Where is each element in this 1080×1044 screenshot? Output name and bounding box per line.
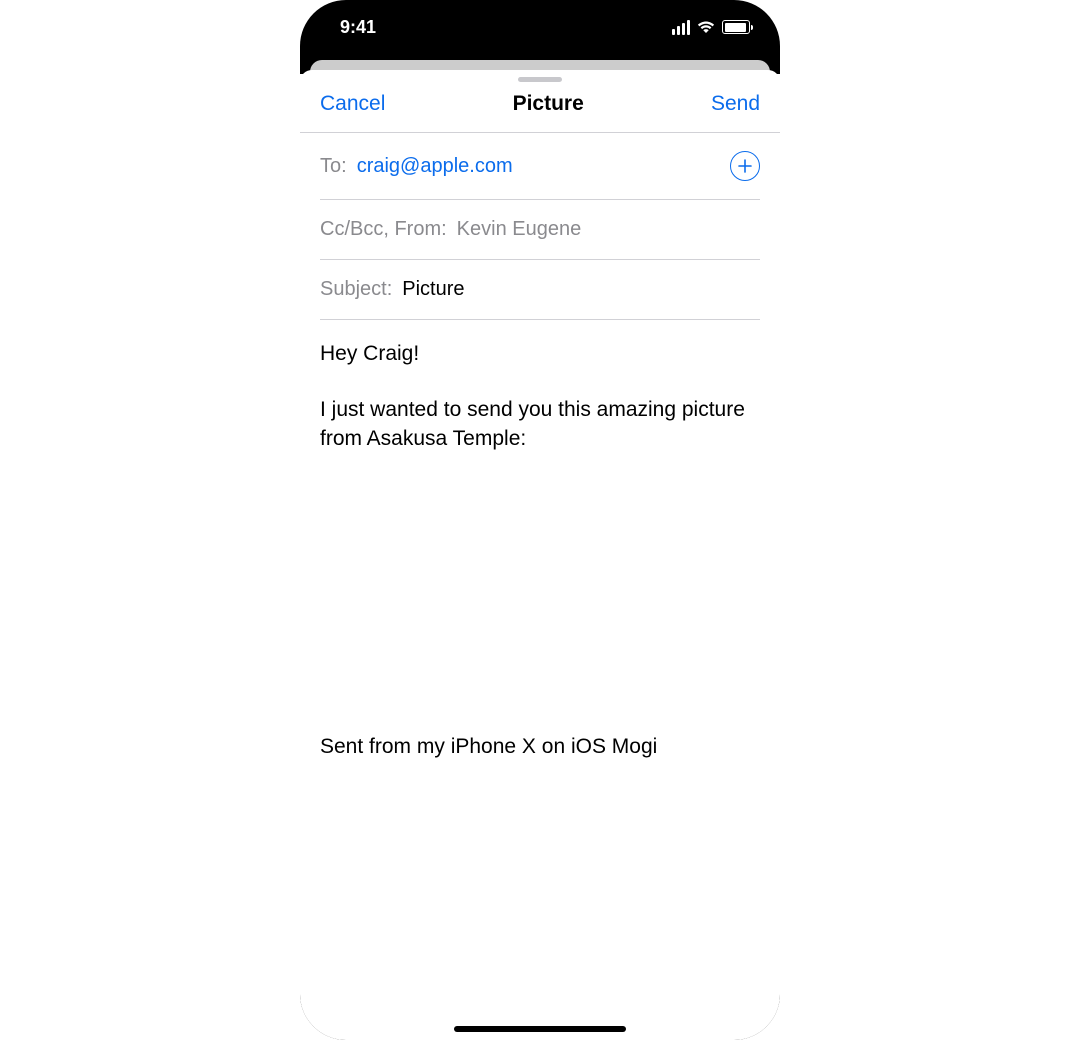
cellular-signal-icon bbox=[672, 20, 690, 35]
cc-from-label: Cc/Bcc, From: bbox=[320, 218, 447, 241]
cc-from-value: Kevin Eugene bbox=[457, 218, 582, 241]
cancel-button[interactable]: Cancel bbox=[320, 92, 385, 116]
send-button[interactable]: Send bbox=[711, 92, 760, 116]
subject-value[interactable]: Picture bbox=[402, 278, 464, 301]
message-body[interactable]: Hey Craig! I just wanted to send you thi… bbox=[300, 320, 780, 781]
home-indicator[interactable] bbox=[454, 1026, 626, 1032]
to-value[interactable]: craig@apple.com bbox=[357, 155, 513, 178]
plus-icon bbox=[736, 157, 754, 175]
cc-from-row[interactable]: Cc/Bcc, From: Kevin Eugene bbox=[320, 200, 760, 260]
compose-sheet: Cancel Picture Send To: craig@apple.com … bbox=[300, 70, 780, 1040]
status-right bbox=[672, 20, 750, 35]
subject-row[interactable]: Subject: Picture bbox=[320, 260, 760, 320]
to-label: To: bbox=[320, 155, 347, 178]
add-contact-button[interactable] bbox=[730, 151, 760, 181]
wifi-icon bbox=[696, 20, 716, 34]
subject-label: Subject: bbox=[320, 278, 392, 301]
to-row[interactable]: To: craig@apple.com bbox=[320, 133, 760, 200]
status-time: 9:41 bbox=[340, 17, 376, 38]
signature-line: Sent from my iPhone X on iOS Mogi bbox=[320, 733, 760, 761]
status-bar: 9:41 bbox=[300, 0, 780, 54]
body-paragraph-1: Hey Craig! bbox=[320, 340, 760, 368]
nav-title: Picture bbox=[513, 92, 584, 116]
battery-icon bbox=[722, 20, 750, 34]
nav-bar: Cancel Picture Send bbox=[300, 82, 780, 133]
body-paragraph-2: I just wanted to send you this amazing p… bbox=[320, 396, 760, 453]
phone-frame: 9:41 Cancel Picture Send bbox=[300, 0, 780, 1040]
